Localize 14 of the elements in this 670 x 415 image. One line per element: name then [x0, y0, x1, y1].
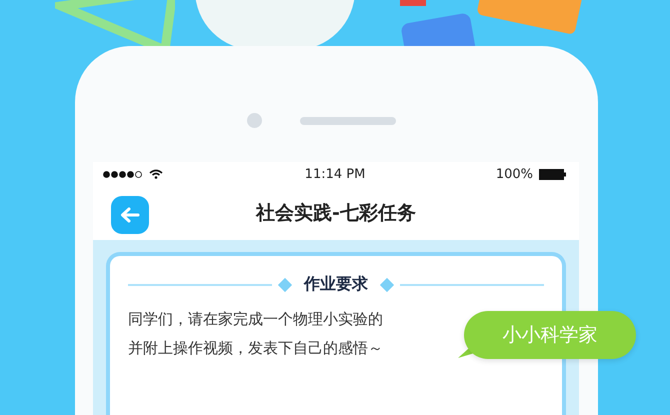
card-heading: 作业要求 — [304, 274, 368, 295]
signal-icon — [103, 170, 143, 178]
camera-icon — [247, 113, 262, 128]
battery-percent: 100% — [496, 166, 533, 182]
task-description: 同学们，请在家完成一个物理小实验的 — [128, 309, 383, 330]
task-description: 并附上操作视频，发表下自己的感悟～ — [128, 338, 383, 359]
wifi-icon — [149, 169, 163, 179]
back-button[interactable] — [111, 196, 149, 234]
battery-icon — [539, 168, 567, 180]
tag-bubble: 小小科学家 — [464, 311, 636, 359]
back-arrow-icon — [120, 207, 140, 223]
page-title: 社会实践-七彩任务 — [256, 201, 416, 226]
status-time: 11:14 PM — [304, 166, 366, 182]
speaker-icon — [300, 116, 396, 124]
